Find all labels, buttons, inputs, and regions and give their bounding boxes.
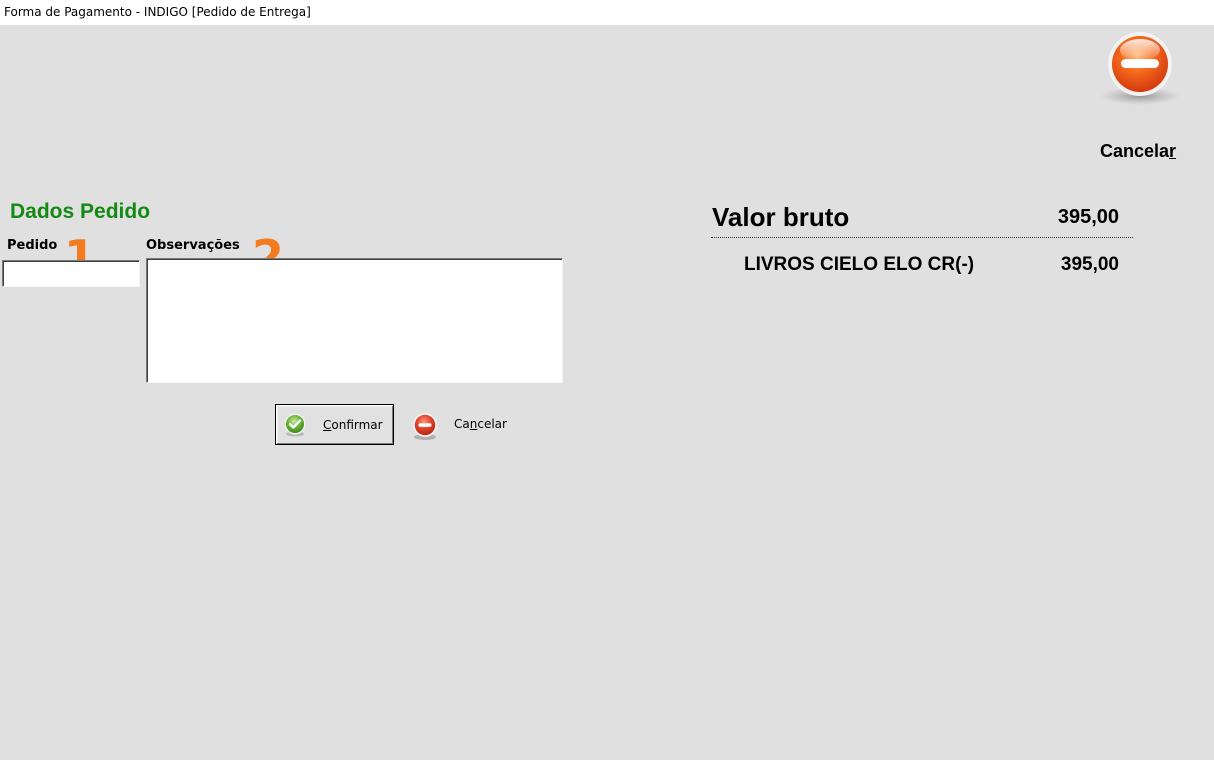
minus-circle-icon <box>1100 32 1180 105</box>
window-title: Forma de Pagamento - INDIGO [Pedido de E… <box>0 0 1214 25</box>
payment-row-label: LIVROS CIELO ELO CR(-) <box>744 254 975 275</box>
valor-bruto-value: 395,00 <box>1057 206 1119 228</box>
section-title: Dados Pedido <box>10 200 151 223</box>
cancel-label-rest: celar <box>477 417 507 431</box>
confirm-button[interactable]: Confirmar <box>275 404 394 445</box>
pedido-input[interactable] <box>2 260 140 287</box>
observacoes-label: Observações <box>146 238 240 253</box>
big-cancel-label-accel: r <box>1169 141 1177 161</box>
cancel-button[interactable]: Cancelar <box>408 408 518 442</box>
confirm-label: Confirmar <box>323 418 383 432</box>
summary-divider <box>711 237 1133 238</box>
confirm-label-rest: onfirmar <box>331 418 383 432</box>
big-cancel-label-main: Cancela <box>1100 141 1170 161</box>
payment-row-value: 395,00 <box>1060 254 1119 275</box>
big-cancel-label[interactable]: Cancelar <box>1100 141 1176 162</box>
observacoes-textarea[interactable] <box>146 258 563 383</box>
cancel-label: Cancelar <box>454 417 507 431</box>
big-cancel-button[interactable] <box>1098 30 1182 136</box>
minus-circle-icon <box>413 413 437 440</box>
check-circle-icon <box>284 413 306 437</box>
valor-bruto-label: Valor bruto <box>712 202 850 232</box>
pedido-label: Pedido <box>7 238 58 253</box>
cancel-label-prefix: Ca <box>454 417 470 431</box>
